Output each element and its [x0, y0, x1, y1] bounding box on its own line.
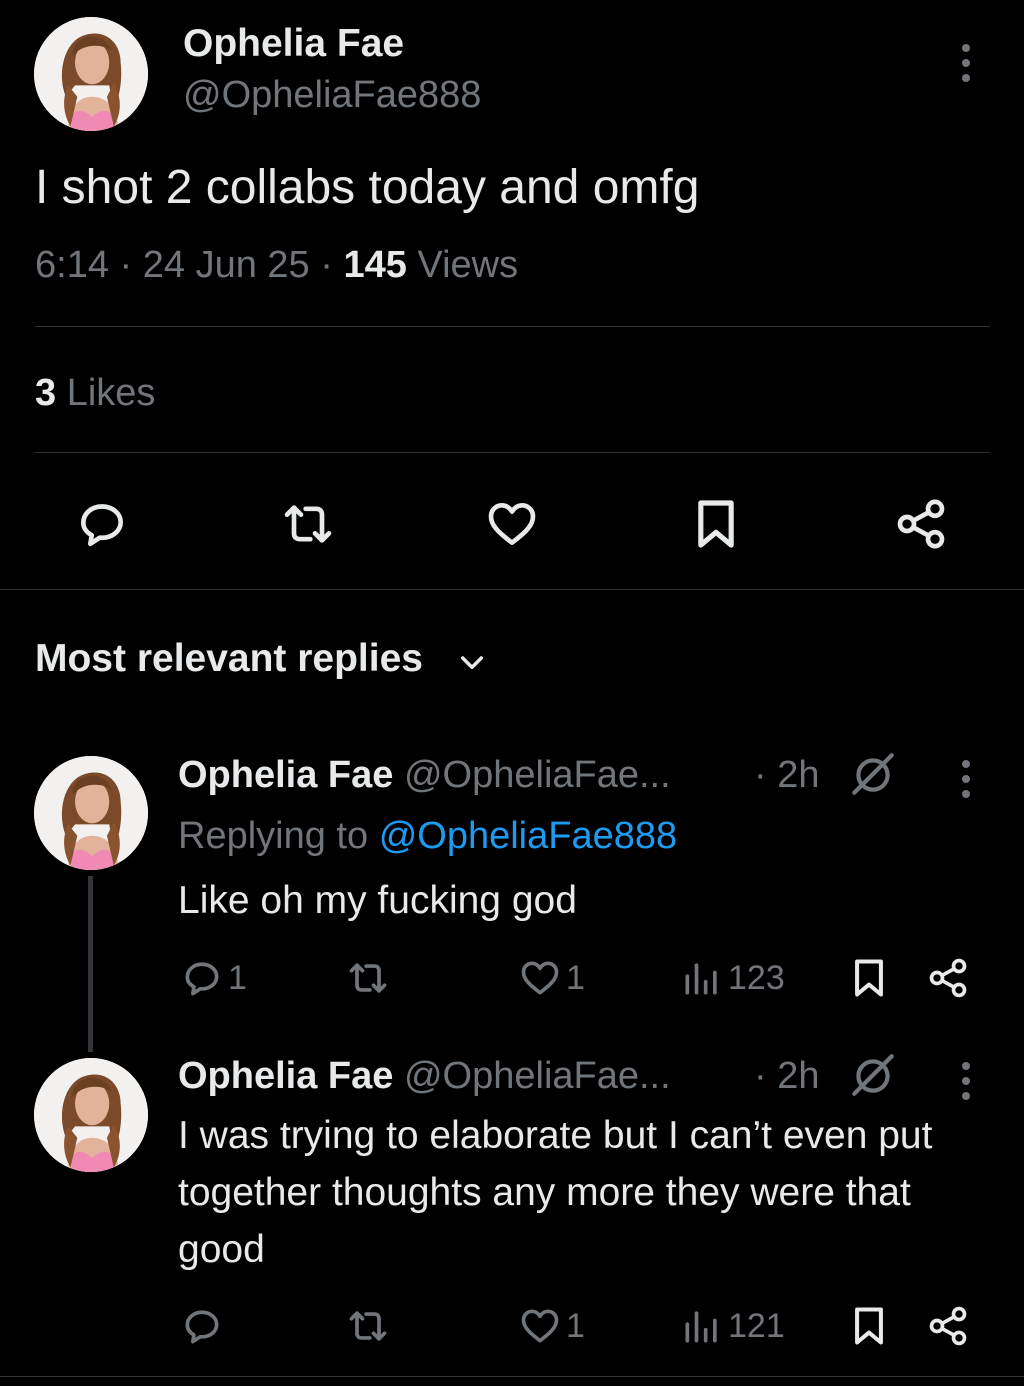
- avatar-image: [34, 756, 148, 870]
- more-options-icon[interactable]: [960, 760, 972, 798]
- like-icon: [521, 1309, 559, 1343]
- replying-to-label: Replying to: [178, 815, 369, 857]
- bookmark-icon: [855, 1307, 883, 1345]
- like-icon[interactable]: [484, 496, 540, 552]
- section-divider: [0, 1376, 1024, 1377]
- reply-author-name[interactable]: Ophelia Fae: [178, 1055, 393, 1097]
- like-count: 1: [566, 1306, 585, 1345]
- like-action[interactable]: 1: [518, 956, 585, 1000]
- author-name[interactable]: Ophelia Fae: [183, 22, 404, 66]
- more-options-icon[interactable]: [960, 44, 972, 82]
- thread-connector: [88, 876, 93, 1052]
- reply-avatar[interactable]: [34, 1058, 148, 1172]
- grok-icon[interactable]: [848, 1050, 898, 1100]
- author-handle[interactable]: @OpheliaFae888: [183, 74, 481, 117]
- bookmark-icon: [855, 959, 883, 997]
- like-action[interactable]: 1: [518, 1304, 585, 1348]
- views-label: Views: [417, 244, 519, 286]
- meta-separator: ·: [119, 244, 143, 286]
- tweet-time: 6:14: [35, 244, 109, 286]
- reply-author-handle[interactable]: @OpheliaFae...: [404, 1055, 671, 1097]
- section-divider: [0, 589, 1024, 590]
- share-icon: [929, 1306, 967, 1346]
- replying-to: Replying to @OpheliaFae888: [178, 815, 677, 858]
- avatar-image: [34, 1058, 148, 1172]
- views-count: 145: [343, 244, 407, 286]
- share-action[interactable]: [926, 1304, 970, 1348]
- share-icon[interactable]: [893, 496, 949, 552]
- views-action[interactable]: 123: [680, 956, 785, 1000]
- like-icon: [521, 961, 559, 995]
- divider: [35, 326, 990, 327]
- chevron-down-icon[interactable]: [456, 646, 488, 678]
- reply-text: Like oh my fucking god: [178, 879, 577, 922]
- views-icon: [685, 963, 717, 995]
- retweet-icon: [349, 963, 387, 993]
- views-action[interactable]: 121: [680, 1304, 785, 1348]
- tweet-date: 24 Jun 25: [142, 244, 310, 286]
- reply-time: · 2h: [754, 1055, 820, 1097]
- more-options-icon[interactable]: [960, 1062, 972, 1100]
- reply-icon: [185, 1310, 219, 1344]
- reply-icon[interactable]: [74, 496, 130, 552]
- reply-count: 1: [228, 958, 247, 997]
- author-avatar[interactable]: [34, 17, 148, 131]
- reply-icon: [185, 962, 219, 996]
- views-count: 123: [728, 958, 785, 997]
- avatar-image: [34, 17, 148, 131]
- bookmark-icon[interactable]: [688, 496, 744, 552]
- views-count: 121: [728, 1306, 785, 1345]
- meta-separator: ·: [320, 244, 344, 286]
- bookmark-action[interactable]: [847, 956, 891, 1000]
- bookmark-action[interactable]: [847, 1304, 891, 1348]
- views-icon: [685, 1311, 717, 1343]
- reply-action[interactable]: [180, 1304, 228, 1348]
- share-action[interactable]: [926, 956, 970, 1000]
- like-count: 1: [566, 958, 585, 997]
- tweet-text: I shot 2 collabs today and omfg: [35, 161, 700, 214]
- grok-icon[interactable]: [848, 749, 898, 799]
- tweet-meta: 6:14 · 24 Jun 25 · 145 Views: [35, 244, 518, 287]
- reply-author-handle[interactable]: @OpheliaFae...: [404, 754, 671, 796]
- retweet-action[interactable]: [346, 956, 394, 1000]
- reply-avatar[interactable]: [34, 756, 148, 870]
- share-icon: [929, 958, 967, 998]
- replying-to-handle[interactable]: @OpheliaFae888: [379, 815, 677, 857]
- reply-header[interactable]: Ophelia Fae @OpheliaFae...: [178, 1055, 671, 1098]
- likes-label: Likes: [66, 372, 156, 414]
- reply-time: · 2h: [754, 754, 820, 796]
- reply-text: I was trying to elaborate but I can’t ev…: [178, 1114, 933, 1271]
- likes-summary[interactable]: 3 Likes: [35, 372, 155, 415]
- retweet-icon[interactable]: [280, 496, 336, 552]
- retweet-action[interactable]: [346, 1304, 394, 1348]
- reply-header[interactable]: Ophelia Fae @OpheliaFae...: [178, 754, 671, 797]
- likes-count: 3: [35, 372, 57, 414]
- reply-author-name[interactable]: Ophelia Fae: [178, 754, 393, 796]
- reply-action[interactable]: 1: [180, 956, 247, 1000]
- replies-sort-label[interactable]: Most relevant replies: [35, 637, 423, 681]
- divider: [35, 452, 990, 453]
- retweet-icon: [349, 1311, 387, 1341]
